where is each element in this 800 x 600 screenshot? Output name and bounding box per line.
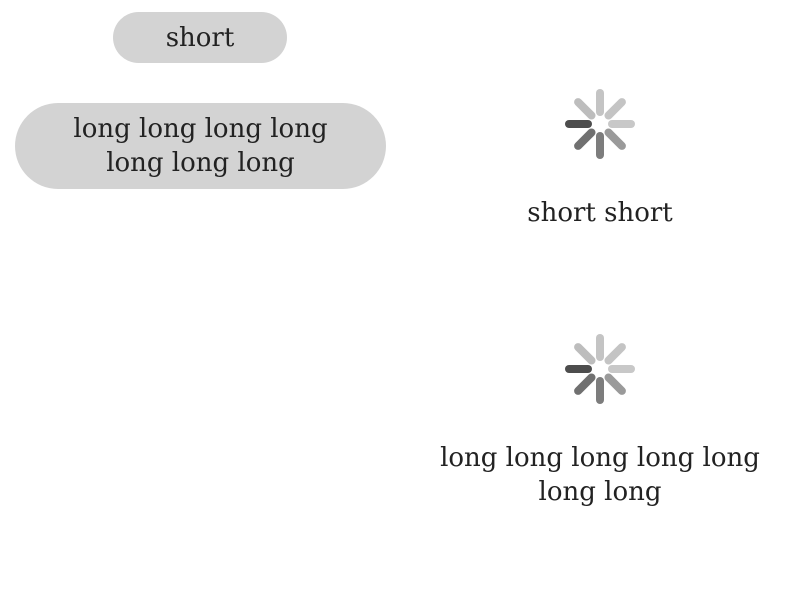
spinner-spoke <box>574 373 596 395</box>
toast-short: short <box>113 12 287 63</box>
spinner-spoke <box>574 98 596 120</box>
toast-long-text: long long long long long long long <box>73 114 328 178</box>
spinner-spoke <box>574 128 596 150</box>
loading-indicator-long: long long long long long long long <box>400 333 800 509</box>
toast-long: long long long long long long long <box>15 103 386 189</box>
spinner-spoke <box>604 98 626 120</box>
spinner-spoke <box>604 128 626 150</box>
toast-short-text: short <box>165 22 235 53</box>
spinner-icon <box>565 89 635 159</box>
spinner-spoke <box>604 343 626 365</box>
loading-indicator-short: short short <box>400 88 800 230</box>
loading-text-short: short short <box>527 198 673 228</box>
spinner-icon <box>565 334 635 404</box>
screen: short long long long long long long long… <box>0 0 800 600</box>
spinner-spoke <box>574 343 596 365</box>
spinner-spoke <box>604 373 626 395</box>
loading-text-long: long long long long long long long <box>440 443 760 507</box>
